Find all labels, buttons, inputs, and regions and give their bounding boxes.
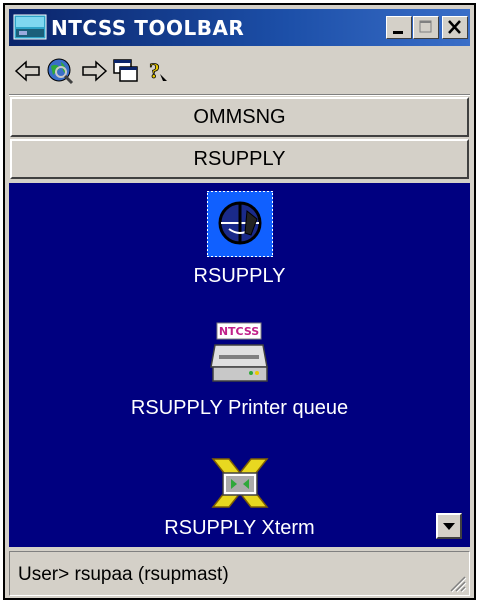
help-icon: ? [149, 58, 167, 83]
app-rsupply[interactable] [9, 191, 470, 262]
search-globe-button[interactable] [45, 57, 75, 85]
title-bar[interactable]: NTCSS TOOLBAR [9, 9, 470, 46]
xterm-icon [210, 458, 269, 508]
minimize-icon [393, 31, 403, 34]
window-title: NTCSS TOOLBAR [51, 16, 245, 40]
scroll-down-button[interactable] [436, 513, 462, 539]
toolbar: ? [9, 49, 470, 93]
maximize-icon [419, 20, 432, 33]
ntcss-badge: NTCSS [218, 325, 258, 338]
app-icon-panel: RSUPPLY NTCSS RSUPPLY Printer queue RSUP… [9, 183, 470, 547]
ntcss-app-icon [13, 14, 47, 40]
chevron-down-icon [443, 523, 455, 530]
resize-grip-icon[interactable] [445, 571, 467, 593]
maximize-button[interactable] [413, 16, 439, 39]
status-user-text: User> rsupaa (rsupmast) [18, 564, 229, 585]
back-arrow-icon [14, 60, 40, 82]
globe-search-icon [47, 58, 74, 85]
back-button[interactable] [13, 57, 43, 85]
ntcss-toolbar-window: NTCSS TOOLBAR ? OMMSNG RSUPPLY RSUPPLY N… [3, 3, 476, 600]
printer-queue-icon: NTCSS [209, 322, 268, 382]
rsupply-app-icon [206, 191, 273, 257]
help-button[interactable]: ? [143, 57, 173, 85]
svg-text:?: ? [149, 58, 160, 83]
app-rsupply-printer-queue[interactable]: NTCSS [9, 321, 470, 392]
app-xterm-label: RSUPPLY Xterm [164, 517, 315, 539]
minimize-button[interactable] [386, 16, 412, 39]
group-ommsng-button[interactable]: OMMSNG [10, 97, 469, 137]
app-printer-queue-label: RSUPPLY Printer queue [130, 397, 349, 419]
windows-icon [113, 59, 138, 82]
forward-button[interactable] [79, 57, 109, 85]
forward-arrow-icon [82, 60, 108, 82]
app-rsupply-xterm[interactable] [9, 457, 470, 514]
toolbar-separator [9, 94, 470, 96]
status-bar: User> rsupaa (rsupmast) [9, 551, 470, 596]
close-icon [448, 20, 461, 34]
group-rsupply-button[interactable]: RSUPPLY [10, 139, 469, 179]
windows-button[interactable] [111, 57, 141, 85]
app-rsupply-label: RSUPPLY [193, 265, 286, 287]
close-button[interactable] [442, 16, 468, 39]
